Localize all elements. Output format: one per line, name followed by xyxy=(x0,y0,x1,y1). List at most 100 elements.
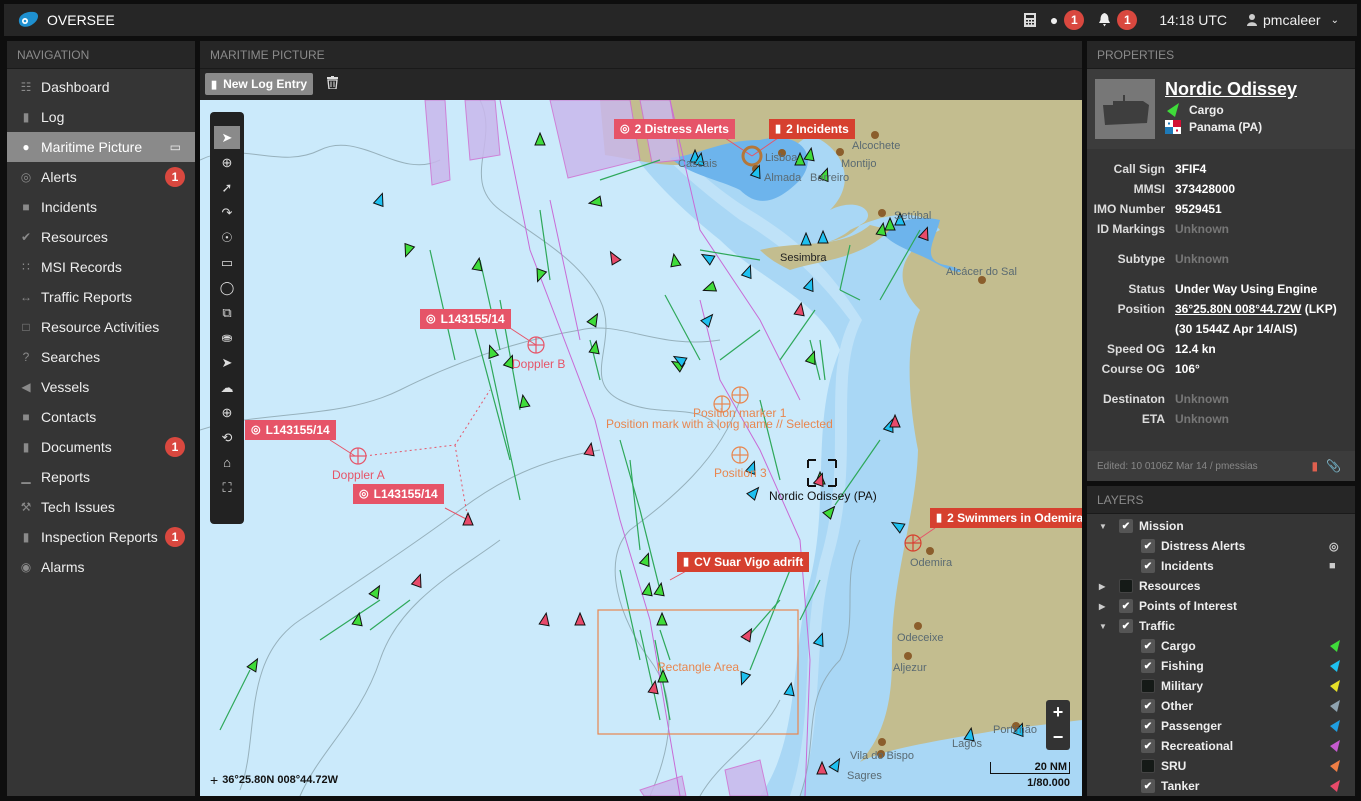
nav-item-log[interactable]: ▮ Log xyxy=(7,102,195,132)
vessel-marker-tanker[interactable] xyxy=(462,511,474,526)
paperclip-icon[interactable]: 📎 xyxy=(1326,459,1341,473)
rectangle-tool[interactable]: ▭ xyxy=(214,251,240,274)
incidents-label[interactable]: ▮ 2 Incidents xyxy=(769,119,855,139)
circle-tool[interactable]: ☉ xyxy=(214,226,240,249)
vessel-marker-tanker[interactable] xyxy=(410,573,426,589)
select-tool[interactable]: ➤ xyxy=(214,126,240,149)
notifications-button[interactable]: 1 xyxy=(1098,10,1138,30)
map-canvas[interactable]: Cascais Lisboa Almada Barreiro Alcochete… xyxy=(200,100,1082,796)
vessel-name-link[interactable]: Nordic Odissey xyxy=(1165,79,1297,100)
nav-item-contacts[interactable]: ■ Contacts xyxy=(7,402,195,432)
nav-item-traffic-reports[interactable]: ↔ Traffic Reports xyxy=(7,282,195,312)
vessel-marker-cargo[interactable] xyxy=(351,611,364,627)
vessel-marker-cargo[interactable] xyxy=(485,344,500,360)
nav-item-inspection-reports[interactable]: ▮ Inspection Reports 1 xyxy=(7,522,195,552)
brand[interactable]: OVERSEE xyxy=(16,10,115,30)
trash-icon[interactable] xyxy=(327,76,339,92)
log-label-1[interactable]: ◎ L143155/14 xyxy=(420,309,511,329)
layer-checkbox[interactable]: ✔ xyxy=(1141,779,1155,793)
layer-checkbox[interactable]: ✔ xyxy=(1141,659,1155,673)
position-marker-selected-label[interactable]: Position mark with a long name // Select… xyxy=(606,417,833,431)
nav-item-reports[interactable]: ▁ Reports xyxy=(7,462,195,492)
vessel-marker-cargo[interactable] xyxy=(641,581,654,597)
log-label-3[interactable]: ◎ L143155/14 xyxy=(353,484,444,504)
cv-suar-label[interactable]: ▮ CV Suar Vigo adrift xyxy=(677,552,810,572)
vessel-marker-tanker[interactable] xyxy=(583,441,596,457)
selected-vessel-label[interactable]: Nordic Odissey (PA) xyxy=(769,489,877,503)
vessel-marker-fishing[interactable] xyxy=(746,484,762,501)
log-label-2[interactable]: ◎ L143155/14 xyxy=(245,420,336,440)
nav-item-vessels[interactable]: ◀ Vessels xyxy=(7,372,195,402)
nav-item-msi-records[interactable]: ∷ MSI Records xyxy=(7,252,195,282)
nav-item-searches[interactable]: ? Searches xyxy=(7,342,195,372)
vessel-marker-tanker[interactable] xyxy=(574,611,586,626)
new-log-entry-button[interactable]: ▮ New Log Entry xyxy=(205,73,314,95)
arc-tool[interactable]: ↷ xyxy=(214,201,240,224)
vessel-marker-cargo[interactable] xyxy=(533,267,548,284)
layer-checkbox[interactable]: ✔ xyxy=(1141,639,1155,653)
position-link[interactable]: 36°25.80N 008°44.72W xyxy=(1175,302,1301,316)
layer-checkbox[interactable] xyxy=(1141,759,1155,773)
fullscreen-tool[interactable]: ⛶ xyxy=(214,476,240,499)
layer-checkbox[interactable] xyxy=(1119,579,1133,593)
caret-down-icon[interactable]: ▼ xyxy=(1099,522,1109,531)
vessel-tool[interactable]: ➤ xyxy=(214,351,240,374)
distress-alerts-label[interactable]: ◎ 2 Distress Alerts xyxy=(614,119,735,139)
vessel-marker-cargo[interactable] xyxy=(669,252,682,268)
vessel-marker-tanker[interactable] xyxy=(606,249,622,266)
layer-checkbox[interactable]: ✔ xyxy=(1141,719,1155,733)
vessel-marker-cargo[interactable] xyxy=(586,311,602,328)
layer-checkbox[interactable]: ✔ xyxy=(1119,619,1133,633)
nav-item-alerts[interactable]: ◎ Alerts 1 xyxy=(7,162,195,192)
vessel-marker-cargo[interactable] xyxy=(401,242,416,259)
layer-checkbox[interactable] xyxy=(1141,679,1155,693)
vessel-marker-cargo[interactable] xyxy=(656,611,668,626)
vessel-marker-cargo[interactable] xyxy=(702,280,718,296)
monitor-icon[interactable]: ▭ xyxy=(170,140,181,154)
document-icon[interactable]: ▮ xyxy=(1311,459,1318,473)
transform-tool[interactable]: ⧉ xyxy=(214,301,240,324)
caret-right-icon[interactable]: ▶ xyxy=(1099,582,1109,591)
vessel-marker-fishing[interactable] xyxy=(372,192,388,208)
nav-item-alarms[interactable]: ◉ Alarms xyxy=(7,552,195,582)
layer-checkbox[interactable]: ✔ xyxy=(1141,539,1155,553)
vessel-marker-cargo[interactable] xyxy=(246,656,262,673)
vessel-marker-cargo[interactable] xyxy=(804,350,820,366)
zoom-out-button[interactable]: − xyxy=(1053,727,1064,748)
zoom-area-tool[interactable]: ⊕ xyxy=(214,401,240,424)
nav-item-resource-activities[interactable]: □ Resource Activities xyxy=(7,312,195,342)
nav-item-incidents[interactable]: ■ Incidents xyxy=(7,192,195,222)
nav-item-dashboard[interactable]: ☷ Dashboard xyxy=(7,72,195,102)
line-tool[interactable]: ➚ xyxy=(214,176,240,199)
vessel-marker-cargo[interactable] xyxy=(368,583,384,600)
weather-tool[interactable]: ☁ xyxy=(214,376,240,399)
vessel-marker-tanker[interactable] xyxy=(793,301,806,317)
vessel-marker-tanker[interactable] xyxy=(740,626,756,643)
nav-item-maritime-picture[interactable]: ● Maritime Picture ▭ xyxy=(7,132,195,162)
position-3-label[interactable]: Position 3 xyxy=(714,466,767,480)
user-menu[interactable]: pmcaleer ⌄ xyxy=(1247,12,1339,28)
position-tool[interactable]: ⊕ xyxy=(214,151,240,174)
caret-down-icon[interactable]: ▼ xyxy=(1099,622,1109,631)
layer-checkbox[interactable]: ✔ xyxy=(1119,599,1133,613)
layer-data-tool[interactable]: ⛂ xyxy=(214,326,240,349)
nav-item-resources[interactable]: ✔ Resources xyxy=(7,222,195,252)
history-tool[interactable]: ⟲ xyxy=(214,426,240,449)
vessel-marker-tanker[interactable] xyxy=(538,611,551,627)
vessel-marker-cargo[interactable] xyxy=(587,195,603,208)
calculator-button[interactable] xyxy=(1023,13,1036,27)
layer-checkbox[interactable]: ✔ xyxy=(1141,699,1155,713)
vessel-marker-cargo[interactable] xyxy=(534,131,546,146)
layer-checkbox[interactable]: ✔ xyxy=(1141,739,1155,753)
swimmers-label[interactable]: ▮ 2 Swimmers in Odemira xyxy=(930,508,1082,528)
layer-checkbox[interactable]: ✔ xyxy=(1119,519,1133,533)
nav-item-documents[interactable]: ▮ Documents 1 xyxy=(7,432,195,462)
nav-item-tech-issues[interactable]: ⚒ Tech Issues xyxy=(7,492,195,522)
caret-right-icon[interactable]: ▶ xyxy=(1099,602,1109,611)
vessel-marker-cargo[interactable] xyxy=(653,581,666,597)
home-tool[interactable]: ⌂ xyxy=(214,451,240,474)
polygon-tool[interactable]: ◯ xyxy=(214,276,240,299)
layer-checkbox[interactable]: ✔ xyxy=(1141,559,1155,573)
zoom-in-button[interactable]: + xyxy=(1053,702,1064,723)
rectangle-area-label[interactable]: Rectangle Area xyxy=(657,660,739,674)
